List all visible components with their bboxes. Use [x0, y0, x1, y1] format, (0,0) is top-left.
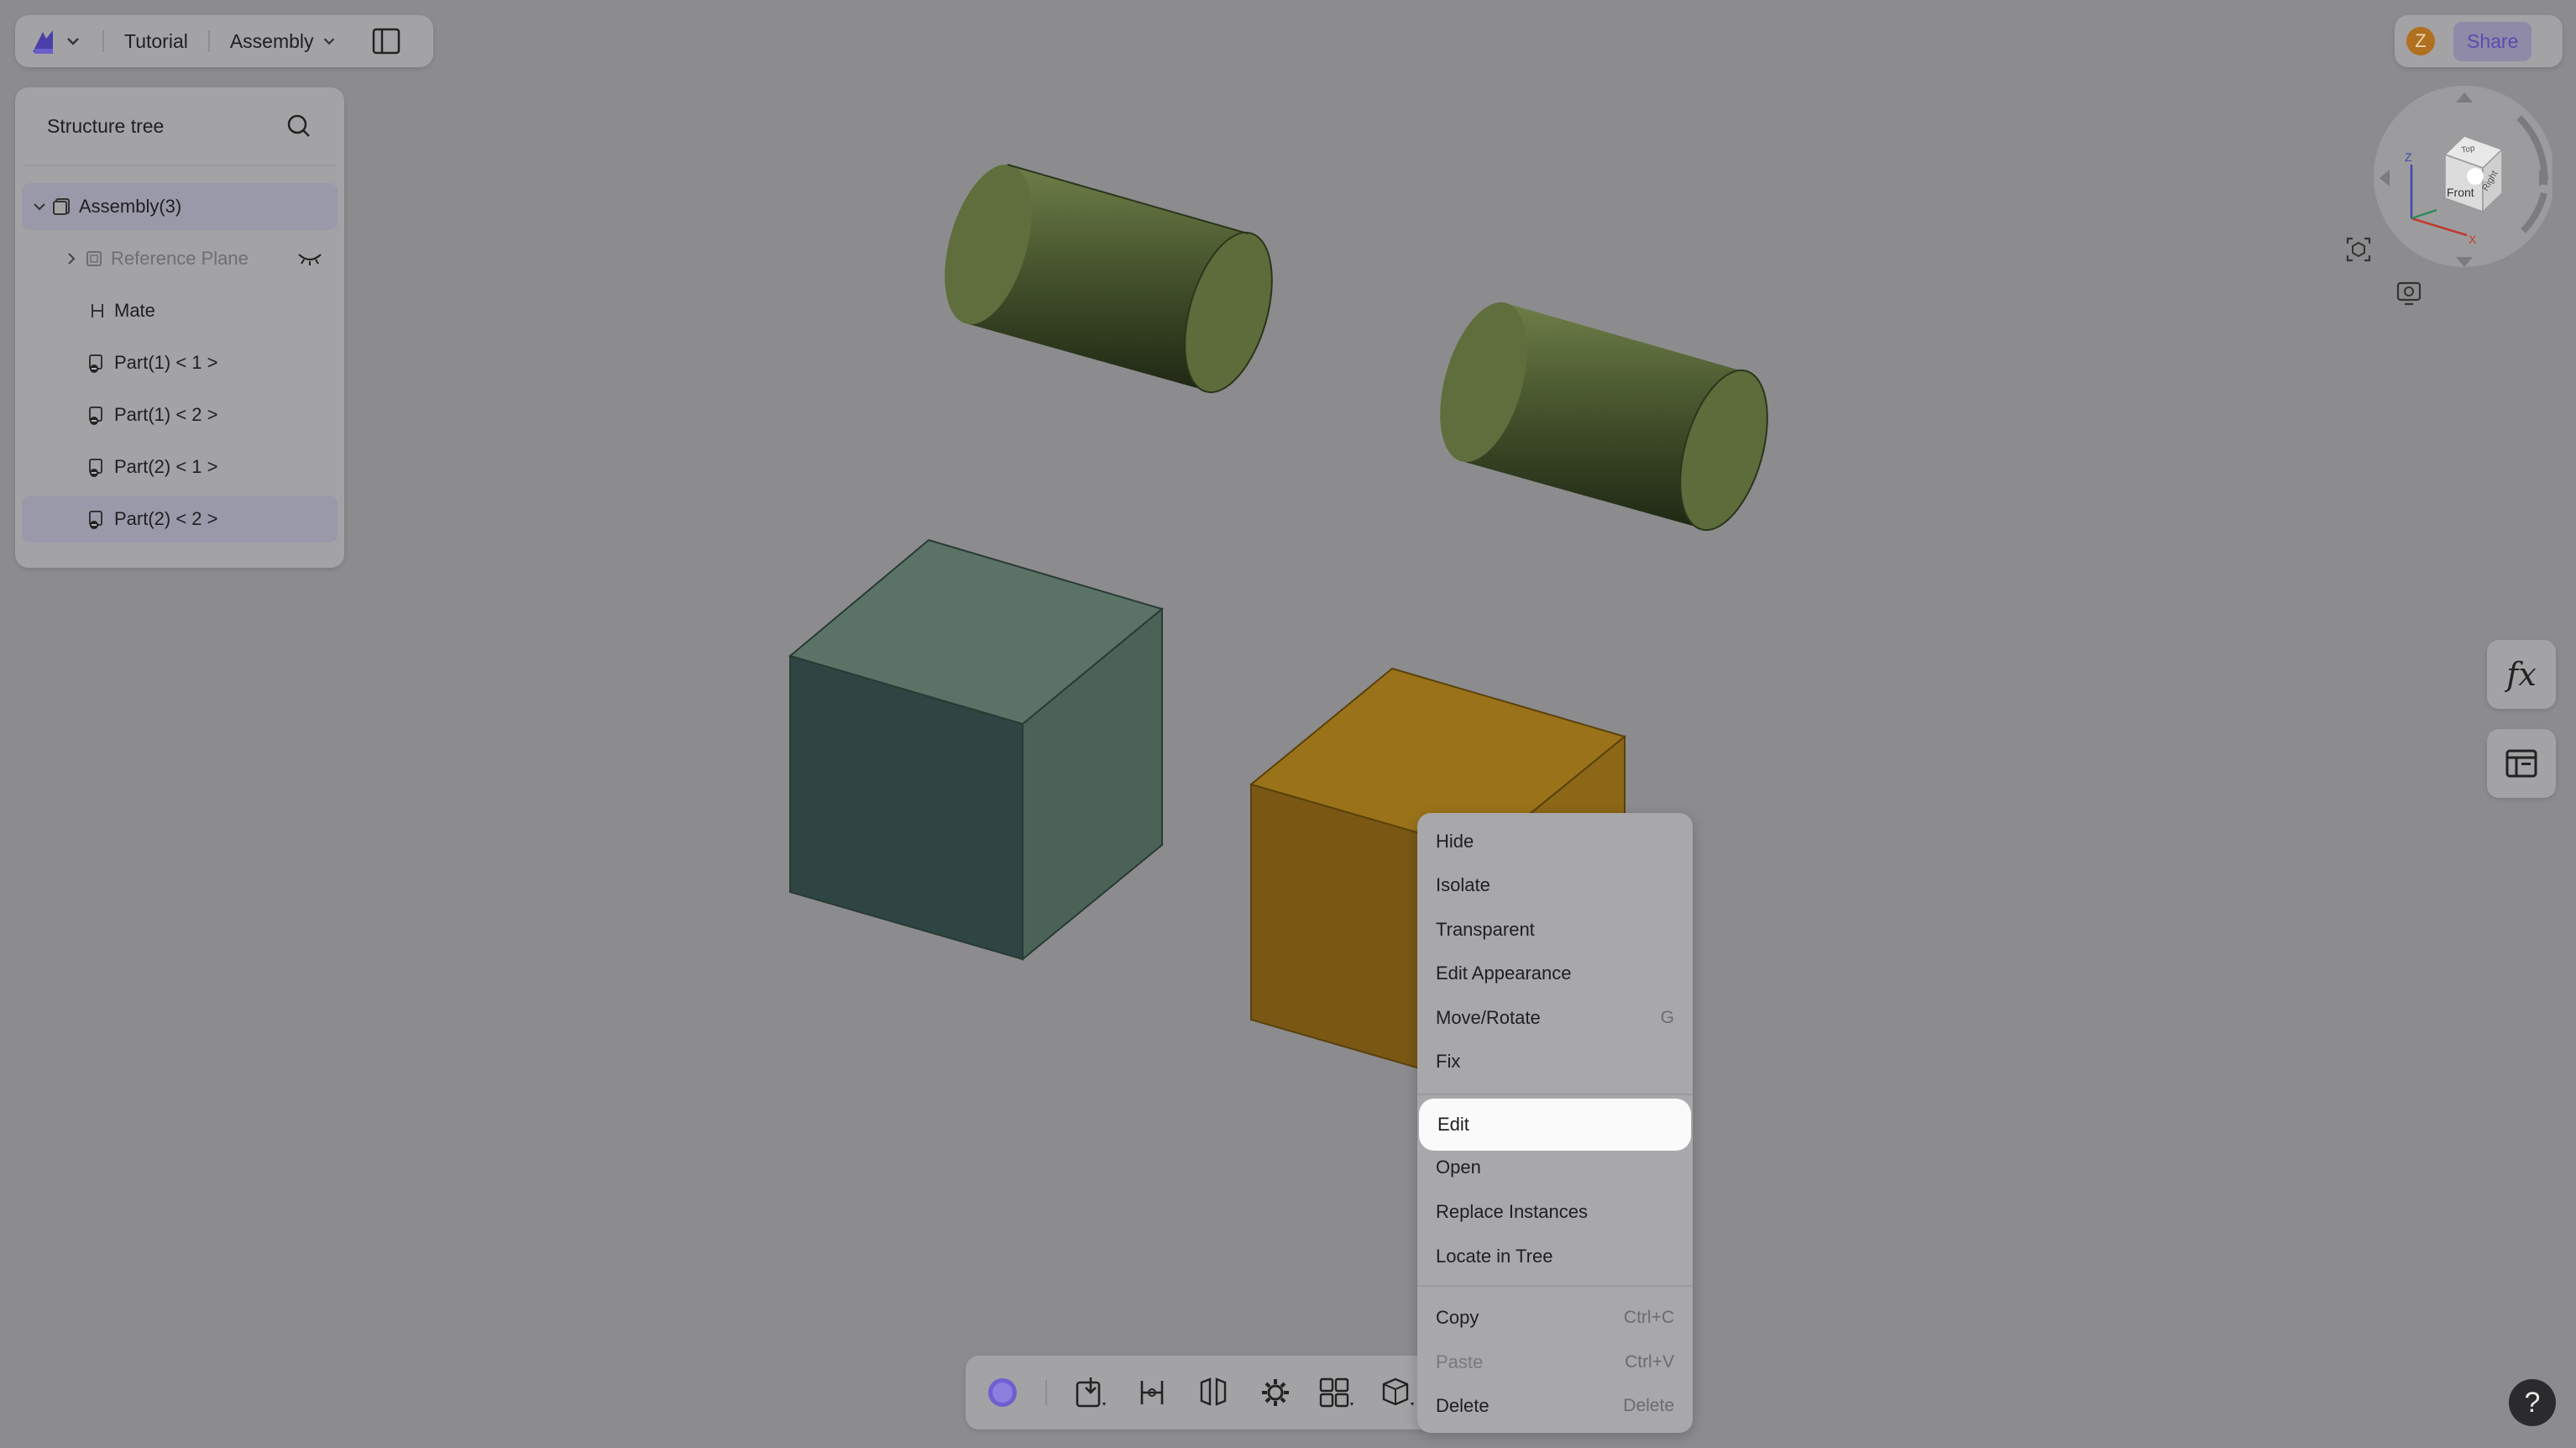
tree-item-label: Mate	[114, 300, 155, 321]
cylinder-part-2[interactable]	[1424, 292, 1783, 540]
menu-item-label: Edit Appearance	[1436, 963, 1572, 984]
fit-view-icon[interactable]	[2344, 235, 2373, 264]
menu-item-shortcut: G	[1660, 1008, 1674, 1027]
panel-toggle-icon[interactable]	[371, 26, 401, 56]
menu-item-label: Paste	[1436, 1351, 1484, 1372]
3d-viewport[interactable]: Tutorial Assembly Z Share Structure tree…	[0, 0, 2576, 1448]
assembly-icon	[53, 198, 70, 215]
tree-item-label: Assembly(3)	[79, 196, 182, 217]
tree-item-part-selected[interactable]: Part(2) < 2 >	[22, 496, 338, 543]
pattern-icon[interactable]	[1318, 1374, 1355, 1411]
part-fixed-icon	[89, 511, 102, 529]
formula-button[interactable]: fx	[2487, 640, 2556, 709]
menu-item-isolate[interactable]: Isolate	[1417, 863, 1693, 907]
share-bar: Z Share	[2395, 15, 2563, 67]
table-icon	[2505, 749, 2537, 778]
menu-divider	[1417, 1094, 1693, 1095]
hidden-eye-icon[interactable]	[297, 251, 322, 266]
menu-item-copy[interactable]: Copy Ctrl+C	[1417, 1296, 1693, 1340]
view-cube[interactable]: Front Top Right Z X	[2368, 84, 2555, 277]
view-settings-icon[interactable]	[2395, 279, 2423, 307]
scene-canvas[interactable]	[0, 0, 2576, 1448]
menu-item-shortcut: Delete	[1623, 1396, 1674, 1415]
mode-dropdown[interactable]: Assembly	[230, 30, 338, 53]
tree-item-assembly[interactable]: Assembly(3)	[22, 183, 338, 230]
part-fixed-icon	[89, 459, 102, 477]
menu-item-open[interactable]: Open	[1417, 1146, 1693, 1189]
menu-item-label: Transparent	[1436, 919, 1535, 940]
menu-item-shortcut: Ctrl+V	[1625, 1352, 1674, 1372]
menu-item-edit[interactable]: Edit	[1419, 1099, 1691, 1151]
settings-gear-icon[interactable]	[1257, 1374, 1293, 1411]
context-menu: Hide Isolate Transparent Edit Appearance…	[1417, 813, 1693, 1433]
tree-item-part[interactable]: Part(1) < 1 >	[22, 339, 338, 386]
menu-item-paste: Paste Ctrl+V	[1417, 1340, 1693, 1384]
axis-x-label: X	[2469, 233, 2477, 246]
project-name[interactable]: Tutorial	[124, 30, 188, 53]
tree-header: Structure tree	[24, 87, 336, 166]
menu-item-move-rotate[interactable]: Move/Rotate G	[1417, 996, 1693, 1040]
menu-item-hide[interactable]: Hide	[1417, 820, 1693, 863]
divider	[1045, 1380, 1047, 1405]
menu-item-shortcut: Ctrl+C	[1623, 1308, 1674, 1327]
cylinder-part-1[interactable]	[929, 155, 1288, 402]
menu-divider	[1417, 1285, 1693, 1287]
mate-icon	[92, 304, 103, 317]
menu-item-label: Replace Instances	[1436, 1201, 1588, 1222]
tree-item-label: Reference Plane	[111, 248, 249, 269]
menu-item-label: Hide	[1436, 831, 1474, 852]
mirror-icon[interactable]	[1196, 1374, 1232, 1411]
menu-item-label: Locate in Tree	[1436, 1246, 1553, 1267]
bottom-toolbar	[966, 1356, 1436, 1430]
menu-item-locate-in-tree[interactable]: Locate in Tree	[1417, 1235, 1693, 1278]
search-icon[interactable]	[285, 113, 312, 139]
menu-item-replace-instances[interactable]: Replace Instances	[1417, 1190, 1693, 1234]
menu-item-edit-appearance[interactable]: Edit Appearance	[1417, 952, 1693, 995]
tree-item-label: Part(1) < 1 >	[114, 352, 218, 373]
color-icon[interactable]	[984, 1374, 1020, 1411]
menu-item-label: Edit	[1437, 1114, 1469, 1135]
mate-tool-icon[interactable]	[1134, 1374, 1170, 1411]
part-fixed-icon	[89, 407, 102, 425]
chevron-down-icon[interactable]	[64, 32, 82, 50]
part-fixed-icon	[89, 354, 102, 373]
cube-part-1[interactable]	[788, 538, 1165, 962]
menu-item-label: Fix	[1436, 1051, 1461, 1072]
table-button[interactable]	[2487, 729, 2556, 798]
structure-tree-panel: Structure tree Assembly(3) Reference Pla…	[15, 87, 344, 568]
tree-title: Structure tree	[47, 114, 165, 137]
mode-label: Assembly	[229, 29, 314, 52]
menu-item-label: Copy	[1436, 1307, 1479, 1328]
menu-item-label: Delete	[1436, 1395, 1490, 1416]
avatar[interactable]: Z	[2406, 27, 2435, 55]
tree-item-label: Part(2) < 2 >	[114, 508, 218, 529]
tree-item-mate[interactable]: Mate	[22, 287, 338, 334]
share-button[interactable]: Share	[2453, 21, 2532, 61]
chevron-down-icon[interactable]	[32, 199, 47, 214]
divider	[207, 30, 210, 52]
menu-item-label: Isolate	[1436, 874, 1490, 895]
axis-z-label: Z	[2405, 150, 2412, 164]
view-cube-tool-icon[interactable]	[1380, 1374, 1417, 1411]
menu-item-fix[interactable]: Fix	[1417, 1040, 1693, 1083]
divider	[102, 30, 104, 52]
chevron-down-icon	[323, 38, 334, 45]
tree-item-label: Part(1) < 2 >	[114, 404, 218, 425]
tree-item-label: Part(2) < 1 >	[114, 456, 218, 477]
top-bar: Tutorial Assembly	[15, 15, 433, 67]
insert-part-icon[interactable]	[1072, 1374, 1109, 1411]
face-front-label: Front	[2447, 186, 2474, 199]
tree-item-part[interactable]: Part(2) < 1 >	[22, 443, 338, 491]
help-button[interactable]: ?	[2509, 1379, 2556, 1426]
menu-item-label: Move/Rotate	[1436, 1007, 1541, 1028]
app-logo-icon[interactable]	[27, 24, 60, 58]
menu-item-transparent[interactable]: Transparent	[1417, 908, 1693, 952]
tree-item-part[interactable]: Part(1) < 2 >	[22, 391, 338, 438]
chevron-right-icon[interactable]	[64, 251, 79, 266]
plane-icon	[86, 251, 102, 266]
menu-item-delete[interactable]: Delete Delete	[1417, 1384, 1693, 1428]
tree-item-reference-plane[interactable]: Reference Plane	[22, 235, 338, 282]
fx-icon: fx	[2506, 656, 2537, 693]
menu-item-label: Open	[1436, 1157, 1481, 1178]
